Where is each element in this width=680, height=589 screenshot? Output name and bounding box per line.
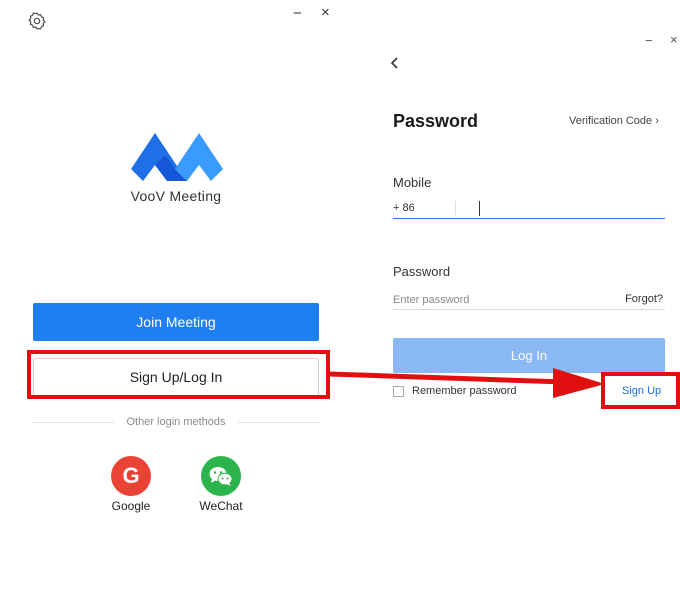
brand-name: VooV Meeting bbox=[130, 188, 222, 204]
annotation-highlight-signup-login bbox=[27, 350, 330, 399]
main-window: − × VooV Meeting Join Meeting Sign Up/Lo… bbox=[0, 0, 352, 589]
password-field: Forgot? bbox=[393, 290, 665, 310]
forgot-password-link[interactable]: Forgot? bbox=[625, 293, 663, 305]
verification-code-link[interactable]: Verification Code › bbox=[569, 115, 659, 127]
join-meeting-button[interactable]: Join Meeting bbox=[33, 303, 319, 341]
mobile-input[interactable] bbox=[463, 199, 663, 218]
password-label: Password bbox=[393, 264, 451, 279]
google-login-button[interactable]: G bbox=[111, 456, 151, 496]
other-methods-label: Other login methods bbox=[126, 416, 226, 428]
wechat-icon bbox=[209, 467, 233, 486]
page-title: Password bbox=[393, 111, 479, 131]
chevron-left-icon[interactable] bbox=[389, 56, 401, 70]
close-button[interactable]: × bbox=[321, 4, 330, 21]
divider bbox=[455, 201, 456, 215]
voov-logo bbox=[131, 133, 223, 181]
other-methods-divider: Other login methods bbox=[33, 414, 319, 430]
mobile-label: Mobile bbox=[393, 175, 432, 190]
gear-icon[interactable] bbox=[27, 11, 47, 31]
divider-line-left bbox=[33, 421, 115, 423]
mobile-field: + 86 bbox=[393, 199, 665, 219]
password-input[interactable] bbox=[393, 291, 593, 309]
annotation-highlight-signup bbox=[601, 372, 680, 409]
text-cursor bbox=[479, 201, 480, 216]
google-label: Google bbox=[111, 499, 151, 513]
country-code-select[interactable]: + 86 bbox=[393, 202, 415, 214]
google-icon: G bbox=[122, 463, 140, 488]
minimize-button[interactable]: − bbox=[293, 5, 302, 22]
wechat-login-button[interactable] bbox=[201, 456, 241, 496]
minimize-button[interactable]: − bbox=[645, 33, 653, 48]
login-window: − × Password Verification Code › Mobile … bbox=[370, 0, 680, 589]
close-button[interactable]: × bbox=[670, 32, 678, 47]
divider-line-right bbox=[237, 421, 319, 423]
wechat-label: WeChat bbox=[199, 499, 243, 513]
annotation-arrow bbox=[329, 368, 605, 398]
